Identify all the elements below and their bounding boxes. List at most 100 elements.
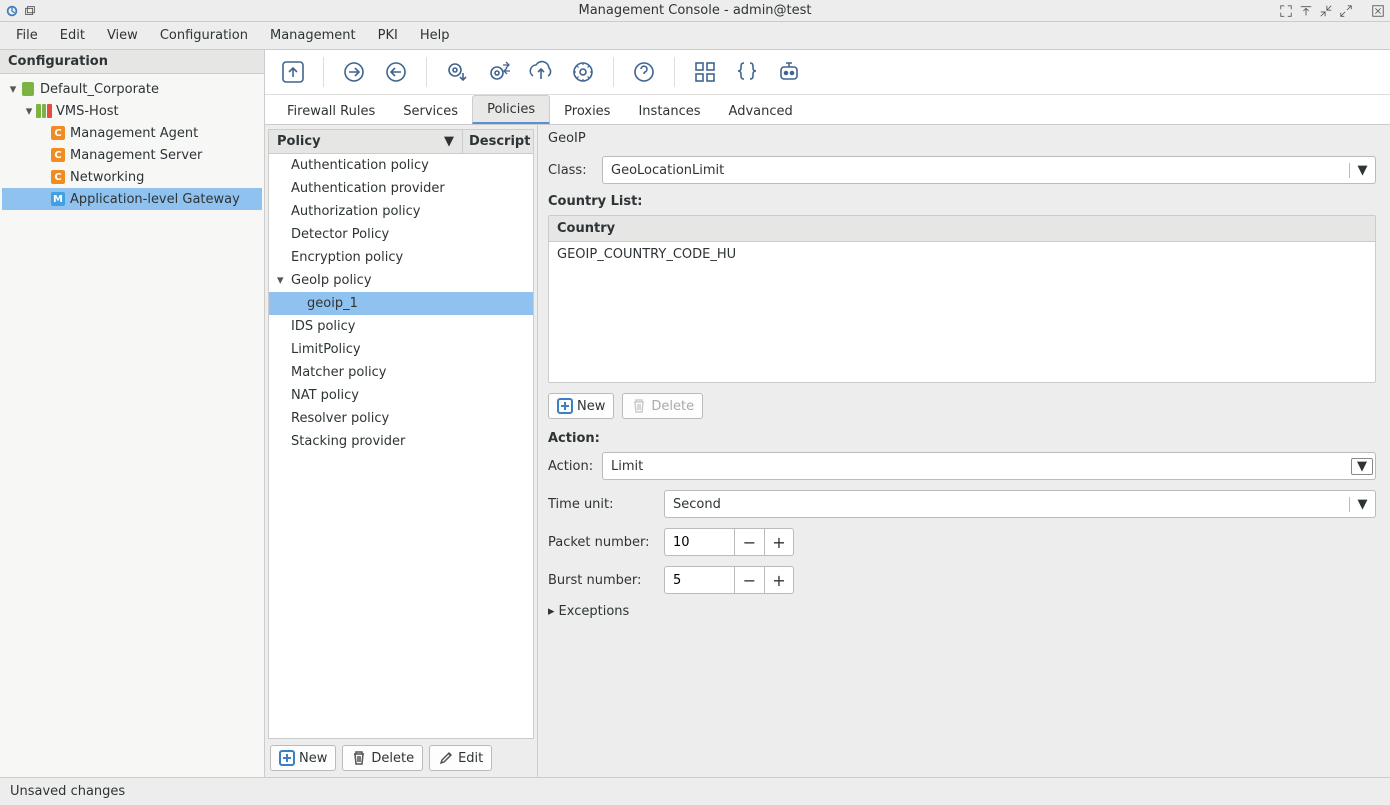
tree-item-app-gateway[interactable]: M Application-level Gateway xyxy=(2,188,262,210)
toolbar-separator xyxy=(674,57,675,87)
burst-spinner: − + xyxy=(664,566,794,594)
policy-item[interactable]: Detector Policy xyxy=(269,223,533,246)
tree-item-mgmt-server[interactable]: C Management Server xyxy=(2,144,262,166)
chevron-down-icon[interactable]: ▾ xyxy=(22,104,36,119)
policy-table-head: Policy ▼ Descript xyxy=(269,130,533,154)
chevron-down-icon[interactable]: ▼ xyxy=(1351,458,1373,475)
tab-policies[interactable]: Policies xyxy=(472,95,550,124)
toolbar-revert-icon[interactable] xyxy=(378,54,414,90)
exceptions-expander[interactable]: ▸ Exceptions xyxy=(548,604,1376,619)
toolbar-upload-icon[interactable] xyxy=(523,54,559,90)
menu-management[interactable]: Management xyxy=(260,24,366,47)
policy-item[interactable]: Encryption policy xyxy=(269,246,533,269)
delete-policy-button[interactable]: Delete xyxy=(342,745,423,771)
window-title: Management Console - admin@test xyxy=(0,3,1390,18)
action-section-label: Action: xyxy=(548,431,1376,446)
chevron-down-icon[interactable]: ▼ xyxy=(1349,497,1375,512)
tree-host[interactable]: ▾ VMS-Host xyxy=(2,100,262,122)
statusbar: Unsaved changes xyxy=(0,777,1390,805)
policy-item[interactable]: Authentication provider xyxy=(269,177,533,200)
exceptions-label: Exceptions xyxy=(559,604,630,619)
country-table: Country GEOIP_COUNTRY_CODE_HU xyxy=(548,215,1376,383)
menu-help[interactable]: Help xyxy=(410,24,460,47)
site-icon xyxy=(20,81,36,97)
window-maximize-corners-icon[interactable] xyxy=(1278,3,1294,19)
plus-icon[interactable]: + xyxy=(764,566,794,594)
new-country-button[interactable]: New xyxy=(548,393,614,419)
minus-icon[interactable]: − xyxy=(734,528,764,556)
toolbar-script-icon[interactable] xyxy=(729,54,765,90)
window-top-icon[interactable] xyxy=(1298,3,1314,19)
tree-item-networking[interactable]: C Networking xyxy=(2,166,262,188)
col-label: Policy xyxy=(277,134,321,149)
window-maximize-diag-icon[interactable] xyxy=(1338,3,1354,19)
new-policy-button[interactable]: New xyxy=(270,745,336,771)
window-minimize-diag-icon[interactable] xyxy=(1318,3,1334,19)
app-menu-icon[interactable] xyxy=(4,3,20,19)
menu-file[interactable]: File xyxy=(6,24,48,47)
country-list-label: Country List: xyxy=(548,194,1376,209)
policy-item-geoip[interactable]: ▾GeoIp policy xyxy=(269,269,533,292)
policy-label: GeoIp policy xyxy=(291,273,372,288)
row-packet-number: Packet number: − + xyxy=(548,528,1376,556)
policy-list[interactable]: Authentication policy Authentication pro… xyxy=(269,154,533,738)
policy-item[interactable]: Authorization policy xyxy=(269,200,533,223)
host-icon xyxy=(36,103,52,119)
btn-label: Edit xyxy=(458,751,483,766)
action-combo[interactable]: Limit ▼ xyxy=(602,452,1376,480)
country-header[interactable]: Country xyxy=(549,216,1375,242)
toolbar-robot-icon[interactable] xyxy=(771,54,807,90)
policy-col-description[interactable]: Descript xyxy=(463,130,533,153)
window-gap xyxy=(1358,3,1366,19)
chevron-down-icon[interactable]: ▼ xyxy=(1349,163,1375,178)
action-label: Action: xyxy=(548,459,594,474)
policy-item[interactable]: IDS policy xyxy=(269,315,533,338)
menu-pki[interactable]: PKI xyxy=(368,24,408,47)
chevron-down-icon[interactable]: ▾ xyxy=(277,273,291,288)
sidebar-header: Configuration xyxy=(0,50,264,74)
policy-child-geoip1[interactable]: geoip_1 xyxy=(269,292,533,315)
menu-configuration[interactable]: Configuration xyxy=(150,24,258,47)
tab-services[interactable]: Services xyxy=(389,98,472,124)
toolbar-grid-icon[interactable] xyxy=(687,54,723,90)
packet-input[interactable] xyxy=(664,528,734,556)
toolbar-commit-icon[interactable] xyxy=(336,54,372,90)
policy-item[interactable]: Authentication policy xyxy=(269,154,533,177)
tree-item-mgmt-agent[interactable]: C Management Agent xyxy=(2,122,262,144)
component-icon: C xyxy=(50,169,66,185)
burst-input[interactable] xyxy=(664,566,734,594)
tab-proxies[interactable]: Proxies xyxy=(550,98,624,124)
toolbar-help-circle-icon[interactable] xyxy=(626,54,662,90)
tabbar: Firewall Rules Services Policies Proxies… xyxy=(265,95,1390,125)
toolbar-gear-swap-icon[interactable] xyxy=(481,54,517,90)
toolbar-gear-down-icon[interactable] xyxy=(439,54,475,90)
toolbar-back-parent-icon[interactable] xyxy=(275,54,311,90)
chevron-down-icon[interactable]: ▾ xyxy=(6,82,20,97)
class-combo[interactable]: GeoLocationLimit ▼ xyxy=(602,156,1376,184)
plus-icon[interactable]: + xyxy=(764,528,794,556)
policy-item[interactable]: NAT policy xyxy=(269,384,533,407)
btn-label: New xyxy=(577,399,605,414)
country-row[interactable]: GEOIP_COUNTRY_CODE_HU xyxy=(549,242,1375,267)
tree-root[interactable]: ▾ Default_Corporate xyxy=(2,78,262,100)
window-close-icon[interactable] xyxy=(1370,3,1386,19)
toolbar-gear-circle-icon[interactable] xyxy=(565,54,601,90)
tab-advanced[interactable]: Advanced xyxy=(715,98,807,124)
time-label: Time unit: xyxy=(548,497,656,512)
tab-firewall-rules[interactable]: Firewall Rules xyxy=(273,98,389,124)
policy-item[interactable]: Resolver policy xyxy=(269,407,533,430)
time-combo[interactable]: Second ▼ xyxy=(664,490,1376,518)
window-restore-icon[interactable] xyxy=(22,3,38,19)
policy-item[interactable]: LimitPolicy xyxy=(269,338,533,361)
menu-edit[interactable]: Edit xyxy=(50,24,95,47)
menu-view[interactable]: View xyxy=(97,24,148,47)
row-class: Class: GeoLocationLimit ▼ xyxy=(548,156,1376,184)
policy-item[interactable]: Matcher policy xyxy=(269,361,533,384)
policy-col-policy[interactable]: Policy ▼ xyxy=(269,130,463,153)
policy-item[interactable]: Stacking provider xyxy=(269,430,533,453)
tab-instances[interactable]: Instances xyxy=(624,98,714,124)
minus-icon[interactable]: − xyxy=(734,566,764,594)
detail-heading: GeoIP xyxy=(548,131,1376,146)
delete-country-button[interactable]: Delete xyxy=(622,393,703,419)
edit-policy-button[interactable]: Edit xyxy=(429,745,492,771)
